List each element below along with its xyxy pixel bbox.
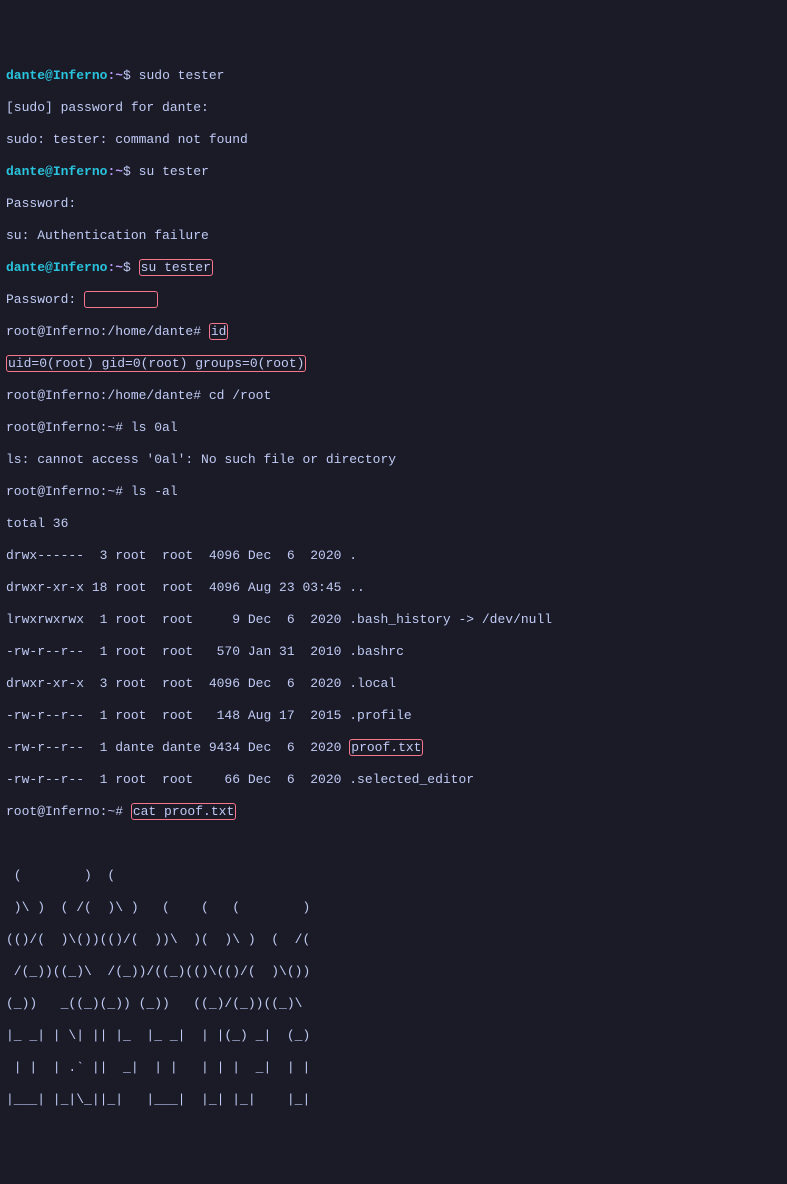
ascii-art: ( ) ( <box>6 868 781 884</box>
ascii-art: |___| |_|\_||_| |___| |_| |_| |_| <box>6 1092 781 1108</box>
prompt-symbol: $ <box>123 260 131 275</box>
output-line: [sudo] password for dante: <box>6 100 781 116</box>
command: cd /root <box>209 388 271 403</box>
command: su tester <box>131 164 209 179</box>
blank-line <box>6 1124 781 1140</box>
highlighted-proof-file: proof.txt <box>349 739 423 756</box>
output-line: su: Authentication failure <box>6 228 781 244</box>
highlighted-id-output: uid=0(root) gid=0(root) groups=0(root) <box>6 355 306 372</box>
ls-output: -rw-r--r-- 1 root root 148 Aug 17 2015 .… <box>6 708 781 724</box>
ascii-art: | | | .` || _| | | | | | _| | | <box>6 1060 781 1076</box>
at: @ <box>45 260 53 275</box>
user: dante <box>6 164 45 179</box>
ascii-art: )\ ) ( /( )\ ) ( ( ( ) <box>6 900 781 916</box>
prompt-line-1: dante@Inferno:~$ sudo tester <box>6 68 781 84</box>
root-prompt: root@Inferno:~# <box>6 804 131 819</box>
prompt-symbol: $ <box>123 68 131 83</box>
blank-line <box>6 1156 781 1172</box>
output-line: ls: cannot access '0al': No such file or… <box>6 452 781 468</box>
ascii-art: |_ _| | \| || |_ |_ _| | |(_) _| (_) <box>6 1028 781 1044</box>
prompt-symbol: $ <box>123 164 131 179</box>
command: ls -al <box>131 484 178 499</box>
root-prompt: root@Inferno:/home/dante# <box>6 388 209 403</box>
path: :~ <box>107 68 123 83</box>
user: dante <box>6 68 45 83</box>
prompt-line-3: dante@Inferno:~$ su tester <box>6 260 781 276</box>
ls-row-prefix: -rw-r--r-- 1 dante dante 9434 Dec 6 2020 <box>6 740 349 755</box>
ls-output: lrwxrwxrwx 1 root root 9 Dec 6 2020 .bas… <box>6 612 781 628</box>
output-line: Password: <box>6 292 781 308</box>
spacer <box>131 260 139 275</box>
output-line: uid=0(root) gid=0(root) groups=0(root) <box>6 356 781 372</box>
at: @ <box>45 68 53 83</box>
ls-output: -rw-r--r-- 1 root root 66 Dec 6 2020 .se… <box>6 772 781 788</box>
output-line: sudo: tester: command not found <box>6 132 781 148</box>
user: dante <box>6 260 45 275</box>
ls-output: drwx------ 3 root root 4096 Dec 6 2020 . <box>6 548 781 564</box>
root-prompt-line: root@Inferno:~# cat proof.txt <box>6 804 781 820</box>
root-prompt-line: root@Inferno:~# ls -al <box>6 484 781 500</box>
host: Inferno <box>53 164 108 179</box>
blank-line <box>6 836 781 852</box>
highlighted-command-id: id <box>209 323 229 340</box>
ls-output: drwxr-xr-x 3 root root 4096 Dec 6 2020 .… <box>6 676 781 692</box>
ls-output: drwxr-xr-x 18 root root 4096 Aug 23 03:4… <box>6 580 781 596</box>
highlighted-command-cat: cat proof.txt <box>131 803 236 820</box>
highlighted-password-entry <box>84 291 158 308</box>
command: sudo tester <box>131 68 225 83</box>
password-label: Password: <box>6 292 84 307</box>
ls-output: -rw-r--r-- 1 root root 570 Jan 31 2010 .… <box>6 644 781 660</box>
prompt-line-2: dante@Inferno:~$ su tester <box>6 164 781 180</box>
path: :~ <box>107 260 123 275</box>
root-prompt: root@Inferno:~# <box>6 484 131 499</box>
output-line: Password: <box>6 196 781 212</box>
ascii-art: (_)) _((_)(_)) (_)) ((_)/(_))((_)\ <box>6 996 781 1012</box>
ls-output: -rw-r--r-- 1 dante dante 9434 Dec 6 2020… <box>6 740 781 756</box>
root-prompt: root@Inferno:~# <box>6 420 131 435</box>
ascii-art: /(_))((_)\ /(_))/((_)(()\(()/( )\()) <box>6 964 781 980</box>
root-prompt-line: root@Inferno:/home/dante# id <box>6 324 781 340</box>
path: :~ <box>107 164 123 179</box>
root-prompt: root@Inferno:/home/dante# <box>6 324 209 339</box>
host: Inferno <box>53 68 108 83</box>
host: Inferno <box>53 260 108 275</box>
ls-output: total 36 <box>6 516 781 532</box>
ascii-art: (()/( )\())(()/( ))\ )( )\ ) ( /( <box>6 932 781 948</box>
at: @ <box>45 164 53 179</box>
command: ls 0al <box>131 420 178 435</box>
root-prompt-line: root@Inferno:/home/dante# cd /root <box>6 388 781 404</box>
highlighted-command-su: su tester <box>139 259 213 276</box>
root-prompt-line: root@Inferno:~# ls 0al <box>6 420 781 436</box>
